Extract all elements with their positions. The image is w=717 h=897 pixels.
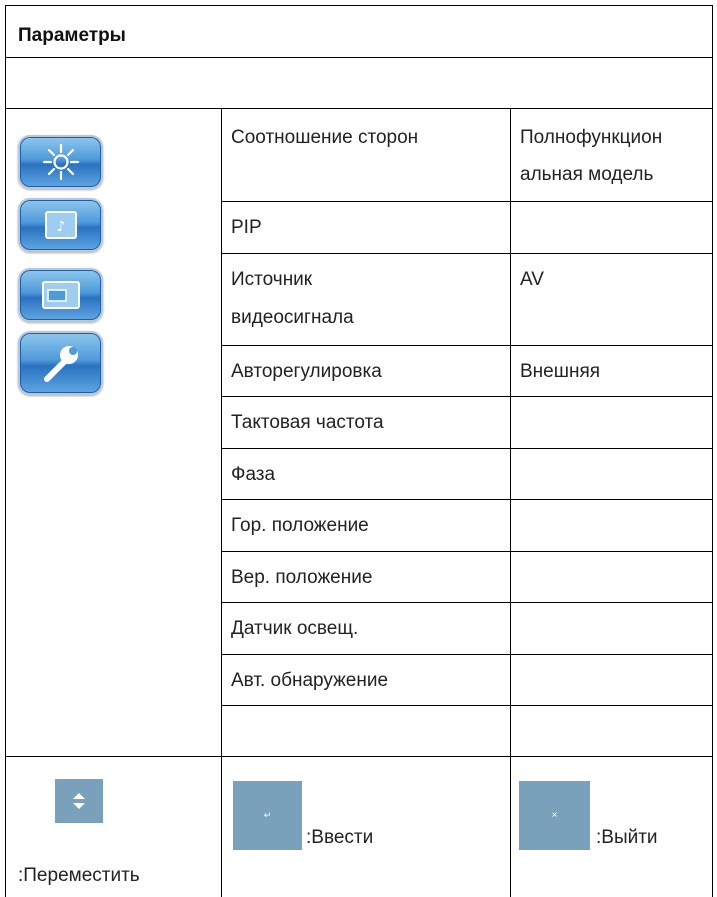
wrench-icon[interactable] [18,331,103,395]
column-divider [221,108,222,897]
page-title: Параметры [18,25,126,46]
table-rule [5,57,713,58]
close-glyph: × [551,809,558,821]
setting-value-video-source: AV [520,269,544,290]
table-border-right [712,5,713,897]
brightness-icon[interactable] [18,135,103,189]
svg-text:♪: ♪ [56,219,65,235]
table-rule [221,396,713,397]
table-rule [221,654,713,655]
table-rule [221,602,713,603]
setting-label-pip: PIP [231,217,262,238]
audio-icon[interactable]: ♪ [18,198,103,252]
table-rule [221,551,713,552]
table-rule [221,705,713,706]
setting-value-auto-adjust: Внешняя [520,361,601,382]
close-icon: × [519,781,590,850]
setting-label-video-source-line-2: видеосигнала [231,307,354,328]
legend-enter-label: :Ввести [306,827,374,848]
up-down-arrows-icon [55,779,103,823]
table-rule [221,499,713,500]
table-border-top [5,5,713,6]
column-divider [510,108,511,897]
enter-icon: ↵ [233,781,302,850]
settings-table: Параметры ♪ Соотношение сторон Полнофунк… [5,5,713,897]
table-rule [221,253,713,254]
setting-label-light-sensor: Датчик освещ. [231,618,359,639]
display-icon[interactable] [18,268,103,322]
setting-label-auto-detect: Авт. обнаружение [231,670,389,691]
legend-exit-label: :Выйти [596,827,658,848]
setting-value-aspect-ratio-line-2: альная модель [520,164,654,185]
table-rule [221,345,713,346]
setting-label-phase: Фаза [231,464,276,485]
setting-value-aspect-ratio-line-1: Полнофункцион [520,127,663,148]
table-rule [5,108,713,109]
setting-label-aspect-ratio: Соотношение сторон [231,127,419,148]
table-rule [5,756,713,757]
setting-label-clock: Тактовая частота [231,412,384,433]
setting-label-h-position: Гор. положение [231,515,369,536]
table-border-left [5,5,6,897]
table-rule [221,201,713,202]
setting-label-v-position: Вер. положение [231,567,373,588]
enter-glyph: ↵ [263,810,272,820]
legend-move-label: :Переместить [18,865,140,886]
setting-label-video-source-line-1: Источник [231,269,313,290]
table-rule [221,448,713,449]
setting-label-auto-adjust: Авторегулировка [231,361,382,382]
